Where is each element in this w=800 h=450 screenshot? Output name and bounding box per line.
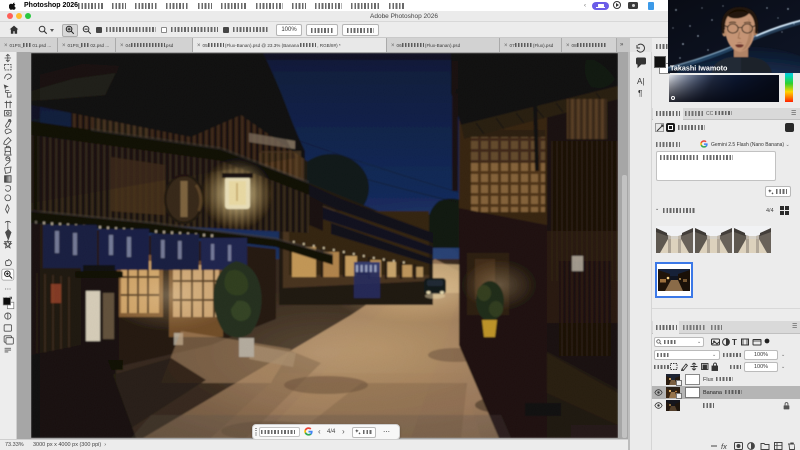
svg-text:Takashi Iwamoto: Takashi Iwamoto	[670, 64, 728, 73]
svg-text:fx: fx	[721, 442, 727, 450]
svg-text:¶: ¶	[638, 89, 642, 98]
svg-text:T: T	[732, 338, 737, 346]
svg-text:A|: A|	[637, 77, 644, 86]
svg-text:⋯: ⋯	[5, 286, 11, 293]
